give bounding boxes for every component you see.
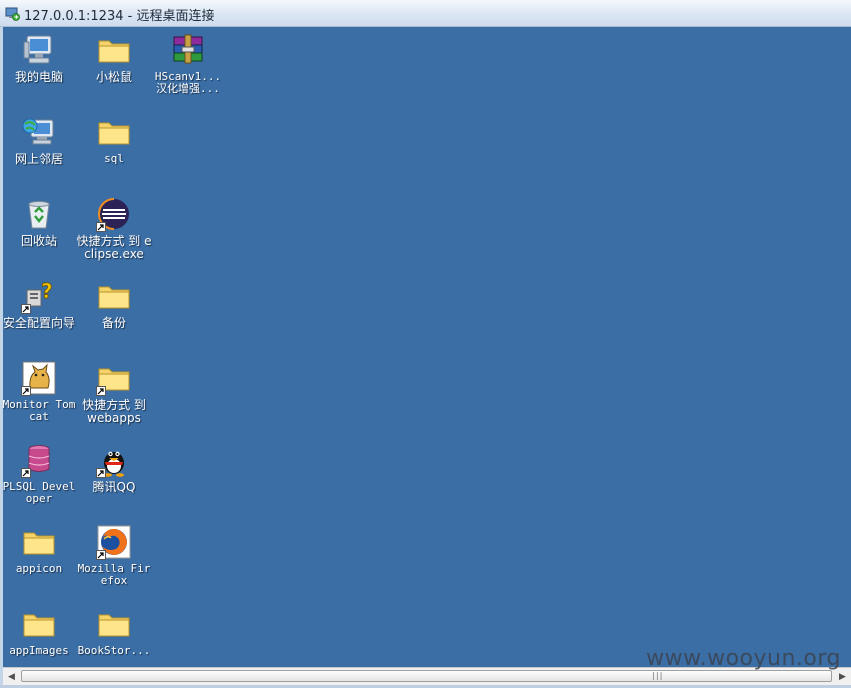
desktop-icon-label: Monitor Tomcat — [3, 398, 76, 423]
desktop-icon-label: 快捷方式 到 webapps — [82, 398, 146, 425]
desktop-icon-label: appicon — [15, 562, 63, 575]
shortcut-arrow-icon — [96, 468, 106, 478]
shortcut-arrow-icon — [21, 468, 31, 478]
desktop-icon-label: 快捷方式 到 eclipse.exe — [76, 234, 152, 261]
desktop-icon-hscan-archive[interactable]: HScanv1... 汉化增强... — [150, 32, 226, 95]
folder-icon — [21, 524, 57, 560]
folder-icon — [96, 606, 132, 642]
desktop-icon-webapps-shortcut[interactable]: 快捷方式 到 webapps — [76, 360, 152, 425]
firefox-icon — [96, 524, 132, 560]
shortcut-arrow-icon — [96, 550, 106, 560]
desktop-icon-bookstore[interactable]: BookStor... — [76, 606, 152, 657]
desktop-icon-security-wizard[interactable]: ? 安全配置向导 — [3, 278, 77, 330]
desktop-icon-appimages[interactable]: appImages — [3, 606, 77, 657]
shortcut-arrow-icon — [21, 304, 31, 314]
shortcut-arrow-icon — [21, 386, 31, 396]
recycle-bin-icon — [21, 196, 57, 232]
desktop-icon-label: 安全配置向导 — [3, 316, 75, 330]
shortcut-arrow-icon — [96, 386, 106, 396]
network-icon — [21, 114, 57, 150]
desktop-icon-label: HScanv1... 汉化增强... — [154, 70, 222, 95]
watermark: www.wooyun.org — [646, 646, 841, 671]
desktop-icon-label: 小松鼠 — [95, 70, 132, 84]
desktop: 我的电脑 网上邻居 回收站 ? 安全配置向导 Monitor Tomcat PL… — [3, 27, 851, 667]
desktop-icon-plsql-developer[interactable]: PLSQL Developer — [3, 442, 77, 505]
folder-icon — [21, 606, 57, 642]
desktop-icon-beifen[interactable]: 备份 — [76, 278, 152, 330]
svg-text:?: ? — [41, 279, 53, 303]
computer-icon — [21, 32, 57, 68]
plsql-icon — [21, 442, 57, 478]
shortcut-arrow-icon — [96, 222, 106, 232]
desktop-icon-label: 备份 — [101, 316, 126, 330]
desktop-icon-label: BookStor... — [77, 644, 151, 657]
eclipse-icon — [96, 196, 132, 232]
desktop-icon-label: 我的电脑 — [14, 70, 63, 84]
folder-icon — [96, 360, 132, 396]
desktop-icon-label: Mozilla Firefox — [77, 562, 151, 587]
window-title: 127.0.0.1:1234 - 远程桌面连接 — [24, 9, 215, 24]
desktop-icon-network[interactable]: 网上邻居 — [3, 114, 77, 166]
folder-icon — [96, 114, 132, 150]
desktop-icon-label: 腾讯QQ — [92, 480, 136, 494]
winrar-icon — [170, 32, 206, 68]
remote-desktop-window: 127.0.0.1:1234 - 远程桌面连接 我的电脑 网上邻居 回收站 ? … — [0, 0, 851, 688]
desktop-icon-label: 回收站 — [20, 234, 57, 248]
desktop-icon-label: PLSQL Developer — [3, 480, 76, 505]
security-wizard-icon: ? — [21, 278, 57, 314]
tomcat-icon — [21, 360, 57, 396]
desktop-icon-eclipse-shortcut[interactable]: 快捷方式 到 eclipse.exe — [76, 196, 152, 261]
desktop-icon-monitor-tomcat[interactable]: Monitor Tomcat — [3, 360, 77, 423]
desktop-icon-my-computer[interactable]: 我的电脑 — [3, 32, 77, 84]
folder-icon — [96, 278, 132, 314]
desktop-icon-firefox[interactable]: Mozilla Firefox — [76, 524, 152, 587]
folder-icon — [96, 32, 132, 68]
title-bar[interactable]: 127.0.0.1:1234 - 远程桌面连接 — [0, 0, 851, 27]
scroll-grip-icon: ||| — [651, 671, 663, 680]
desktop-icon-label: appImages — [9, 644, 69, 657]
desktop-icon-xiaosongshu[interactable]: 小松鼠 — [76, 32, 152, 84]
scroll-left-button[interactable]: ◀ — [3, 668, 20, 685]
desktop-icon-recycle-bin[interactable]: 回收站 — [3, 196, 77, 248]
remote-desktop-icon[interactable] — [5, 6, 20, 21]
desktop-icon-sql[interactable]: sql — [76, 114, 152, 165]
desktop-icon-qq[interactable]: 腾讯QQ — [76, 442, 152, 494]
desktop-icon-label: 网上邻居 — [14, 152, 63, 166]
qq-icon — [96, 442, 132, 478]
scroll-thumb[interactable] — [21, 670, 832, 682]
desktop-icon-label: sql — [104, 152, 124, 165]
desktop-icon-appicon[interactable]: appicon — [3, 524, 77, 575]
